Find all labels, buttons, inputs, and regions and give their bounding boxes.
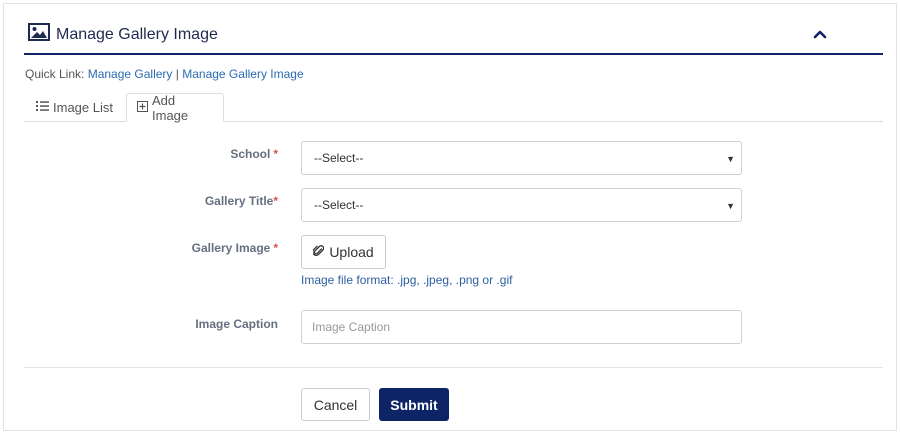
image-format-hint: Image file format: .jpg, .jpeg, .png or …	[301, 273, 513, 287]
panel-header: Manage Gallery Image	[24, 17, 883, 55]
page-title: Manage Gallery Image	[56, 26, 218, 43]
school-select-value: --Select--	[314, 151, 364, 165]
image-caption-label: Image Caption	[158, 317, 278, 331]
upload-button-label: Upload	[329, 244, 374, 260]
gallery-title-select[interactable]: --Select-- ▼	[301, 188, 742, 222]
caret-down-icon: ▼	[726, 201, 735, 211]
form-divider	[24, 367, 883, 368]
gallery-title-label: Gallery Title*	[158, 194, 278, 208]
quick-link-manage-gallery[interactable]: Manage Gallery	[88, 67, 173, 81]
required-mark: *	[273, 194, 278, 208]
school-select[interactable]: --Select-- ▼	[301, 141, 742, 175]
caret-down-icon: ▼	[726, 154, 735, 164]
gallery-title-select-value: --Select--	[314, 198, 364, 212]
quick-links-prefix: Quick Link:	[25, 67, 85, 81]
tab-bar: Image List Add Image	[24, 92, 883, 123]
tab-image-list-label: Image List	[53, 100, 113, 115]
image-caption-input[interactable]	[301, 310, 742, 344]
required-mark: *	[273, 147, 278, 161]
quick-links: Quick Link: Manage Gallery | Manage Gall…	[25, 67, 304, 81]
school-label-text: School	[230, 147, 271, 161]
gallery-image-label-text: Gallery Image	[191, 241, 271, 255]
plus-square-icon	[137, 100, 152, 115]
tab-add-image[interactable]: Add Image	[126, 92, 224, 123]
quick-links-separator: |	[175, 67, 179, 81]
image-caption-label-text: Image Caption	[195, 317, 278, 331]
tab-image-list[interactable]: Image List	[26, 93, 125, 122]
quick-link-manage-gallery-image[interactable]: Manage Gallery Image	[182, 67, 303, 81]
upload-button[interactable]: Upload	[301, 235, 386, 269]
manage-gallery-image-panel: Manage Gallery Image Quick Link: Manage …	[3, 3, 897, 431]
gallery-image-label: Gallery Image *	[158, 241, 278, 255]
gallery-title-label-text: Gallery Title	[204, 194, 274, 208]
chevron-up-icon[interactable]	[811, 25, 829, 43]
required-mark: *	[273, 241, 278, 255]
tab-add-image-label: Add Image	[152, 92, 189, 123]
image-icon	[28, 23, 50, 41]
submit-button[interactable]: Submit	[379, 388, 449, 421]
paperclip-icon	[312, 244, 329, 260]
cancel-button[interactable]: Cancel	[301, 388, 370, 421]
list-icon	[36, 100, 53, 115]
school-label: School *	[158, 147, 278, 161]
